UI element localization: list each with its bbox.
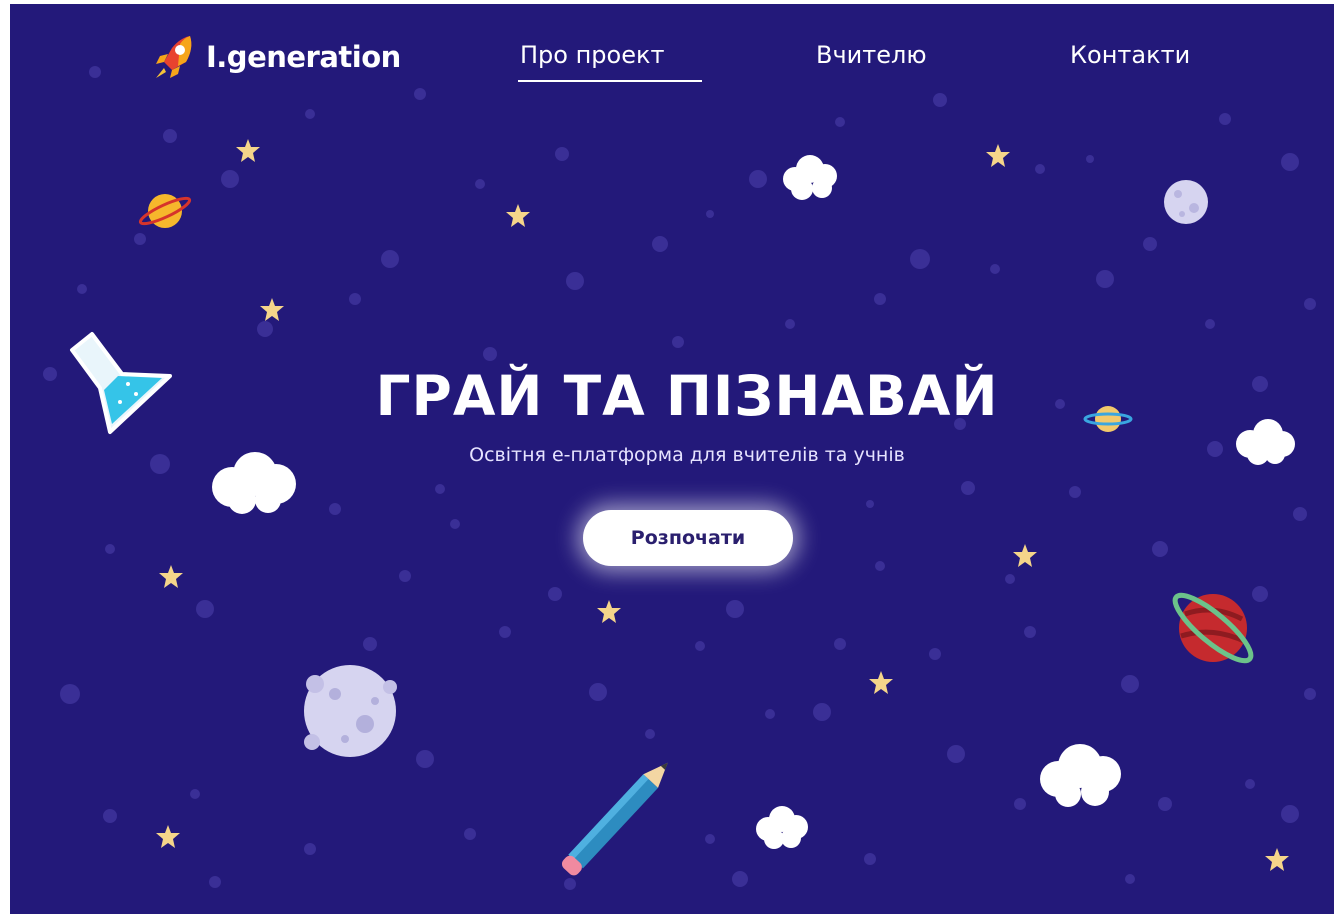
- brand-logo[interactable]: I.generation: [150, 34, 410, 84]
- planet-icon: [138, 194, 192, 228]
- star-icon: [986, 144, 1010, 167]
- brand-name: I.generation: [206, 40, 401, 74]
- star-icon: [869, 671, 893, 694]
- active-nav-underline: [518, 80, 702, 82]
- nav-item-teacher[interactable]: Вчителю: [816, 41, 927, 69]
- hero-subtitle: Освітня е-платформа для вчителів та учні…: [469, 444, 905, 466]
- cloud-icon: [783, 155, 837, 200]
- planet-icon: [1172, 592, 1254, 664]
- nav-item-about[interactable]: Про проект: [520, 41, 664, 69]
- pencil-icon: [561, 762, 668, 876]
- star-icon: [1265, 848, 1289, 871]
- cloud-icon: [756, 806, 808, 849]
- start-button[interactable]: Розпочати: [583, 510, 793, 566]
- moon-icon: [1164, 180, 1208, 224]
- star-icon: [260, 298, 284, 321]
- star-icon: [236, 139, 260, 162]
- star-icon: [159, 565, 183, 588]
- hero-title: ГРАЙ ТА ПІЗНАВАЙ: [375, 364, 999, 428]
- star-icon: [1013, 544, 1037, 567]
- cloud-icon: [1040, 744, 1121, 807]
- star-icon: [597, 600, 621, 623]
- landing-page: I.generation Про проект Вчителю Контакти…: [10, 4, 1334, 914]
- star-icon: [156, 825, 180, 848]
- nav-item-contacts[interactable]: Контакти: [1070, 41, 1190, 69]
- star-icon: [506, 204, 530, 227]
- rocket-icon: [156, 36, 192, 78]
- moon-icon: [304, 665, 397, 757]
- site-header: I.generation Про проект Вчителю Контакти: [10, 4, 1334, 94]
